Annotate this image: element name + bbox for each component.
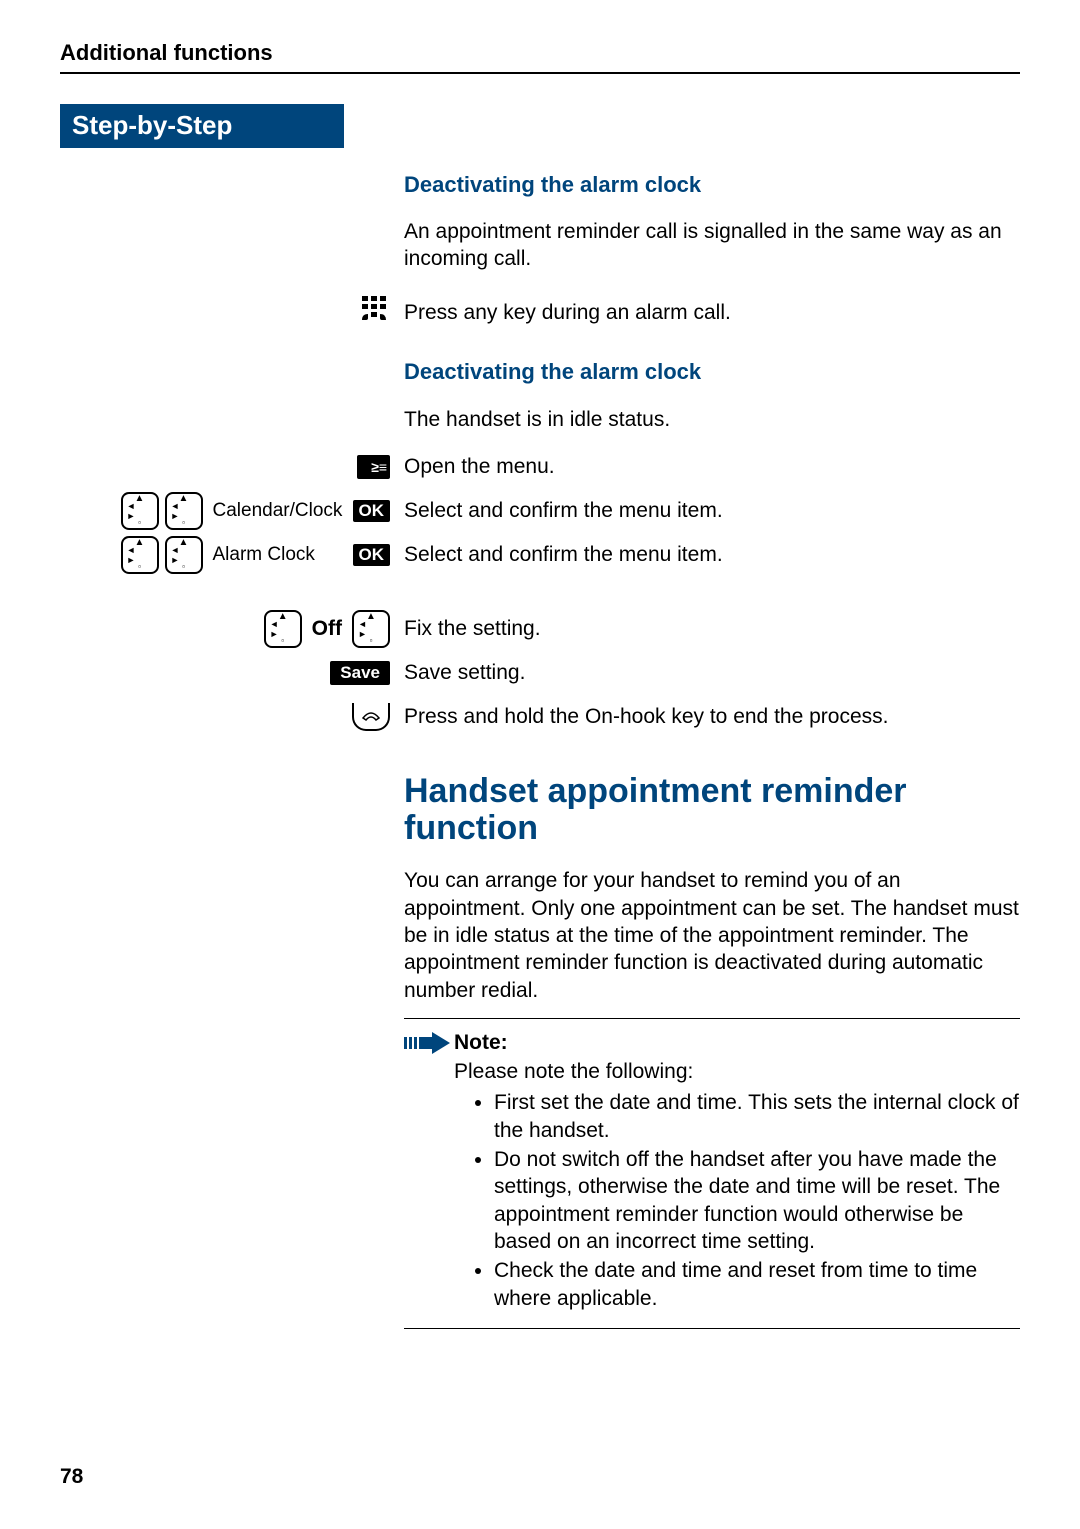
save-softkey: Save: [330, 661, 390, 685]
nav-key-icon: ▲▫: [352, 610, 390, 648]
paragraph: You can arrange for your handset to remi…: [404, 867, 1020, 1003]
nav-key-icon: ▲▫: [121, 536, 159, 574]
step-text: Open the menu.: [396, 451, 1020, 483]
keypad-icon: [358, 294, 390, 331]
menu-item-alarm-clock: Alarm Clock: [209, 544, 347, 566]
step-text: Press any key during an alarm call.: [396, 297, 1020, 329]
nav-key-icon: ▲▫: [264, 610, 302, 648]
nav-key-icon: ▲▫: [165, 492, 203, 530]
off-label: Off: [308, 617, 346, 641]
subhead-deactivate-1: Deactivating the alarm clock: [404, 172, 1020, 198]
step-text: Select and confirm the menu item.: [396, 539, 1020, 571]
ok-softkey: OK: [353, 544, 391, 566]
paragraph: An appointment reminder call is signalle…: [404, 218, 1020, 273]
subhead-deactivate-2: Deactivating the alarm clock: [404, 359, 1020, 385]
step-text: Fix the setting.: [396, 613, 1020, 645]
note-title: Note:: [454, 1029, 1020, 1056]
heading-appointment-reminder: Handset appointment reminder function: [404, 773, 1020, 848]
note-list-item: Check the date and time and reset from t…: [494, 1257, 1020, 1312]
nav-key-icon: ▲▫: [165, 536, 203, 574]
note-list-item: Do not switch off the handset after you …: [494, 1146, 1020, 1255]
step-by-step-banner: Step-by-Step: [60, 104, 344, 148]
step-text: Select and confirm the menu item.: [396, 495, 1020, 527]
note-box: Note: Please note the following: First s…: [404, 1018, 1020, 1329]
running-head: Additional functions: [60, 40, 1020, 74]
page-number: 78: [60, 1465, 83, 1489]
menu-item-calendar-clock: Calendar/Clock: [209, 500, 347, 522]
on-hook-key-icon: [352, 703, 390, 731]
note-arrow-icon: [404, 1029, 454, 1314]
ok-softkey: OK: [353, 500, 391, 522]
note-intro: Please note the following:: [454, 1058, 1020, 1085]
menu-icon: ≥≡: [357, 455, 390, 479]
step-text: Save setting.: [396, 657, 1020, 689]
step-text: Press and hold the On-hook key to end th…: [396, 701, 1020, 733]
paragraph: The handset is in idle status.: [404, 406, 1020, 433]
note-list-item: First set the date and time. This sets t…: [494, 1089, 1020, 1144]
nav-key-icon: ▲▫: [121, 492, 159, 530]
